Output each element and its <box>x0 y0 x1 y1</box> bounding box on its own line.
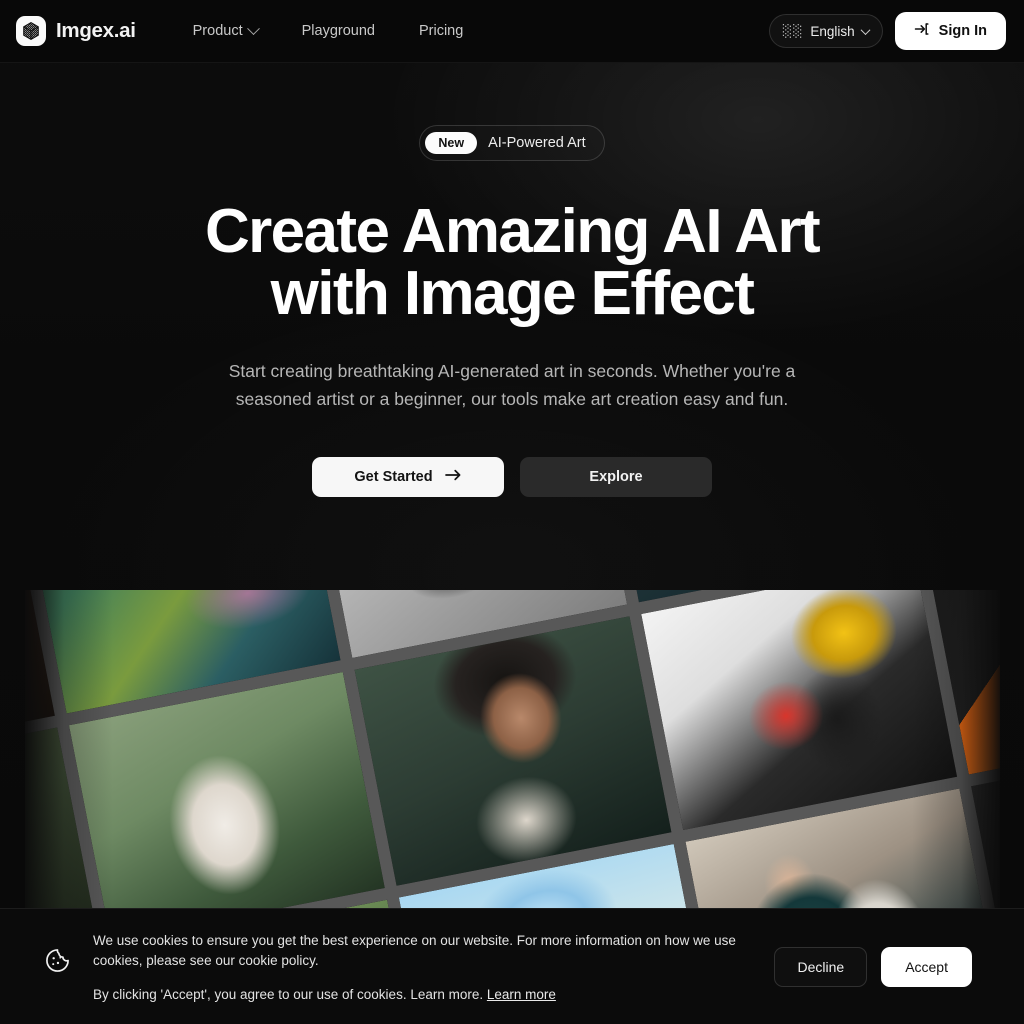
cookie-consent-banner: We use cookies to ensure you get the bes… <box>0 908 1024 1024</box>
hero-badge[interactable]: New AI-Powered Art <box>419 125 605 161</box>
cookie-consent-note: By clicking 'Accept', you agree to our u… <box>93 987 750 1002</box>
hex-cube-logo-icon <box>16 16 46 46</box>
gallery-tile-anime-warrior[interactable] <box>640 590 957 831</box>
landing-page: Imgex.ai Product Playground Pricing ░░ E… <box>0 0 1024 1024</box>
explore-button[interactable]: Explore <box>520 456 712 497</box>
sign-in-button[interactable]: Sign In <box>894 12 1006 50</box>
arrow-right-icon <box>444 468 462 486</box>
accept-button[interactable]: Accept <box>881 946 972 987</box>
header-actions: ░░ English Sign In <box>768 12 1006 50</box>
nav-item-playground[interactable]: Playground <box>285 15 392 47</box>
gallery-tile-curly-hair-woman[interactable] <box>354 616 671 886</box>
nav-item-label: Pricing <box>418 23 464 39</box>
gallery-rotated-grid <box>25 590 1000 912</box>
gallery-artwork <box>640 590 957 831</box>
page-title: Create Amazing AI Art with Image Effect <box>204 197 821 328</box>
flag-icon: ░░ <box>782 24 804 38</box>
nav-item-label: Product <box>192 23 243 39</box>
cookie-text-block: We use cookies to ensure you get the bes… <box>93 931 774 1003</box>
gallery-tile-green-dress-woman[interactable] <box>68 671 385 912</box>
sign-in-arrow-icon <box>914 21 930 41</box>
nav-item-product[interactable]: Product <box>176 15 275 47</box>
primary-nav: Product Playground Pricing <box>176 15 481 47</box>
language-label: English <box>810 23 855 39</box>
hero-subtitle: Start creating breathtaking AI-generated… <box>228 361 796 410</box>
ai-art-showcase-grid[interactable] <box>25 590 1000 912</box>
gallery-artwork <box>68 671 385 912</box>
chevron-down-icon <box>860 24 871 35</box>
nav-item-label: Playground <box>301 23 375 39</box>
language-selector[interactable]: ░░ English <box>768 14 883 48</box>
cookie-learn-more-link[interactable]: Learn more <box>487 987 556 1002</box>
nav-item-pricing[interactable]: Pricing <box>402 15 480 47</box>
badge-new-pill: New <box>425 131 478 155</box>
site-header: Imgex.ai Product Playground Pricing ░░ E… <box>0 0 1024 63</box>
hero-cta-row: Get Started Explore <box>312 456 712 497</box>
cookie-actions: Decline Accept <box>774 946 972 987</box>
badge-text: AI-Powered Art <box>488 135 586 151</box>
get-started-button[interactable]: Get Started <box>312 456 504 497</box>
explore-label: Explore <box>589 468 643 485</box>
gallery-artwork <box>354 616 671 886</box>
chevron-down-icon <box>246 21 260 35</box>
hero-section: New AI-Powered Art Create Amazing AI Art… <box>0 63 1024 497</box>
decline-button[interactable]: Decline <box>774 946 868 987</box>
brand-logo[interactable]: Imgex.ai <box>16 16 136 46</box>
brand-name: Imgex.ai <box>56 19 136 42</box>
cookie-message: We use cookies to ensure you get the bes… <box>93 932 736 968</box>
cookie-icon <box>44 947 71 979</box>
cookie-consent-text: By clicking 'Accept', you agree to our u… <box>93 987 484 1003</box>
sign-in-label: Sign In <box>938 23 987 39</box>
get-started-label: Get Started <box>354 468 433 485</box>
